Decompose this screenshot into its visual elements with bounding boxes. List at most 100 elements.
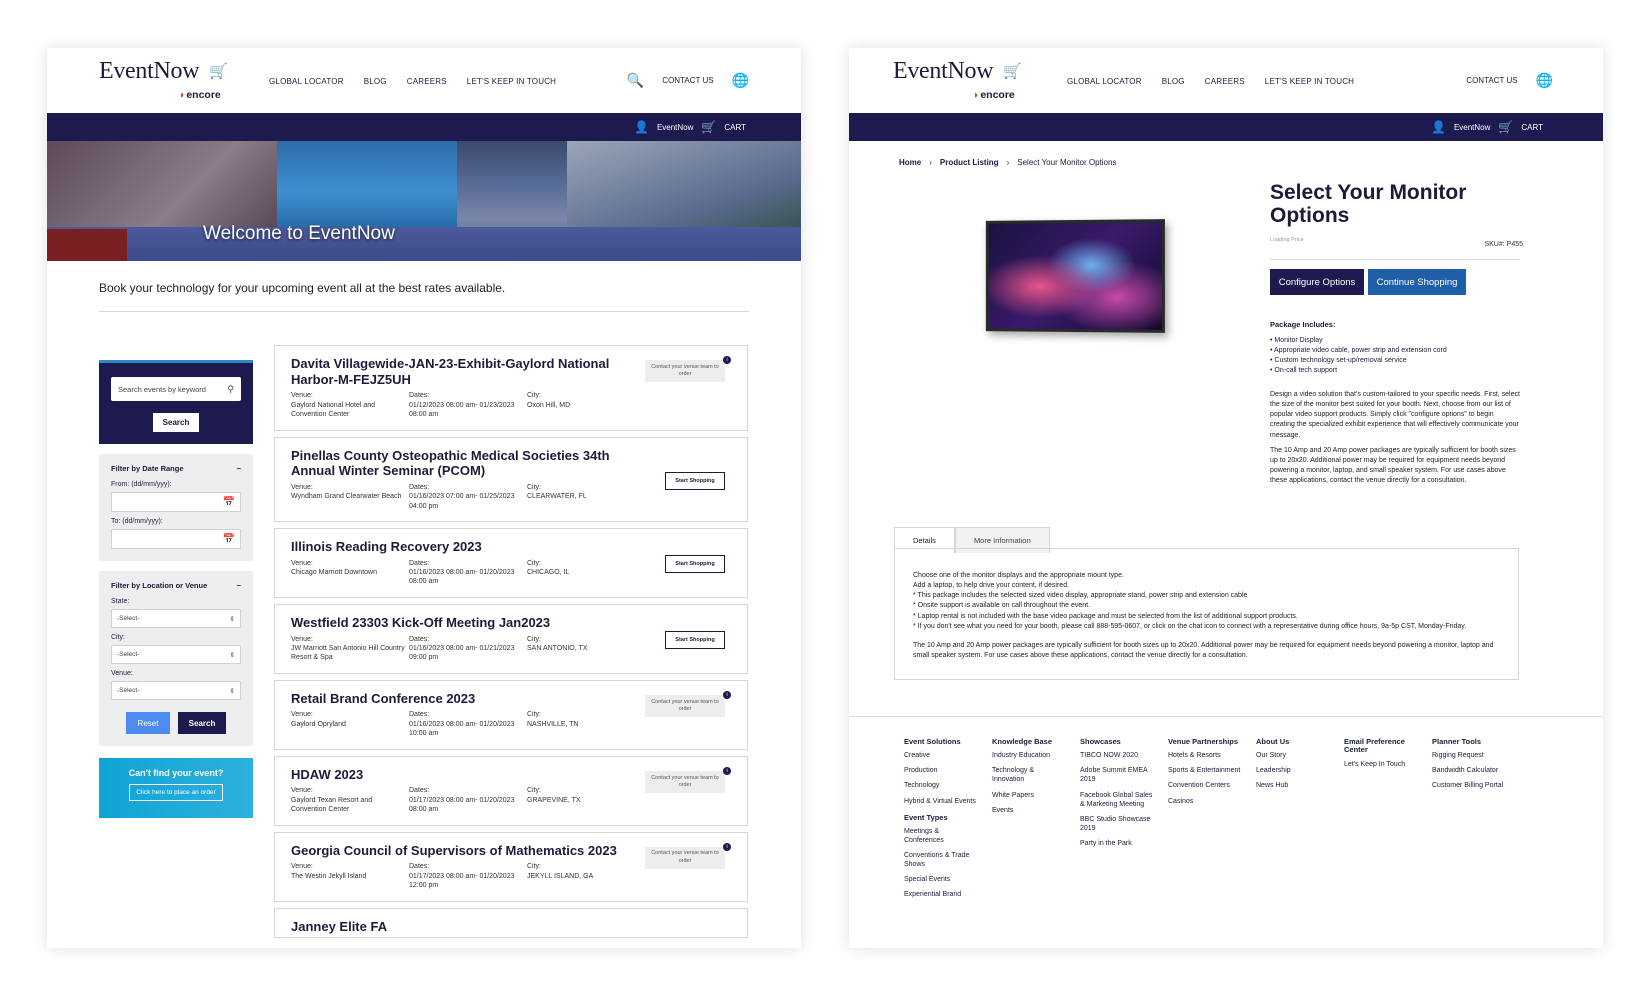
footer-link[interactable]: Rigging Request (1432, 751, 1506, 760)
event-title[interactable]: Davita Villagewide-JAN-23-Exhibit-Gaylor… (291, 356, 631, 387)
event-title[interactable]: Retail Brand Conference 2023 (291, 691, 631, 707)
event-title[interactable]: HDAW 2023 (291, 767, 631, 783)
event-card[interactable]: Westfield 23303 Kick-Off Meeting Jan2023… (274, 603, 748, 674)
footer-link[interactable]: Events (992, 806, 1066, 815)
calendar-icon[interactable]: 📅 (223, 534, 235, 545)
state-label: State: (111, 598, 130, 605)
footer-link[interactable]: Leadership (1256, 766, 1330, 775)
footer-link[interactable]: Adobe Summit EMEA 2019 (1080, 766, 1154, 784)
footer-link[interactable]: BBC Studio Showcase 2019 (1080, 815, 1154, 833)
date-filter-header[interactable]: Filter by Date Range − (111, 464, 241, 473)
contact-us-link[interactable]: CONTACT US (662, 76, 713, 85)
start-shopping-button[interactable]: Start Shopping (665, 630, 725, 649)
info-icon[interactable]: i (723, 842, 731, 851)
nav-global-locator[interactable]: GLOBAL LOCATOR (1067, 77, 1142, 86)
filter-search-button[interactable]: Search (178, 712, 226, 734)
search-icon[interactable]: 🔍 (627, 72, 644, 89)
nav-careers[interactable]: CAREERS (407, 77, 447, 86)
cart-icon[interactable]: 🛒 (701, 120, 716, 134)
account-link[interactable]: EventNow (657, 123, 693, 132)
footer-link[interactable]: Convention Centers (1168, 781, 1242, 790)
place-order-button[interactable]: Click here to place an order (129, 784, 223, 801)
footer-link[interactable]: Facebook Global Sales & Marketing Meetin… (1080, 791, 1154, 809)
event-card[interactable]: Janney Elite FA (274, 907, 748, 938)
nav-blog[interactable]: BLOG (364, 77, 387, 86)
contact-us-link[interactable]: CONTACT US (1466, 76, 1517, 85)
logo-sub-text: encore (186, 89, 221, 101)
footer-link[interactable]: Production (904, 766, 978, 775)
event-card[interactable]: Retail Brand Conference 2023 Venue: Gaylor… (274, 679, 748, 750)
footer-link[interactable]: Experiential Brand (904, 890, 978, 899)
eventnow-logo[interactable]: EventNow 🛒 ◗encore (893, 58, 1033, 106)
info-icon[interactable]: i (723, 690, 731, 699)
footer-link[interactable]: Let's Keep In Touch (1344, 760, 1418, 769)
globe-icon[interactable]: 🌐 (1536, 72, 1553, 89)
info-icon[interactable]: i (723, 356, 731, 364)
footer-link[interactable]: Technology & Innovation (992, 766, 1066, 784)
cart-link[interactable]: CART (1521, 123, 1543, 132)
event-city: SAN ANTONIO, TX (527, 644, 588, 652)
nav-careers[interactable]: CAREERS (1205, 77, 1245, 86)
state-select[interactable]: -Select- ⇕ (111, 609, 241, 628)
footer-link[interactable]: Casinos (1168, 797, 1242, 806)
event-card[interactable]: Pinellas County Osteopathic Medical Soci… (274, 436, 748, 522)
reset-button[interactable]: Reset (126, 712, 170, 734)
footer-link[interactable]: Technology (904, 781, 978, 790)
contact-venue-notice: Contact your venue team to order (645, 770, 725, 793)
breadcrumb-product-listing[interactable]: Product Listing (940, 158, 999, 167)
nav-keep-in-touch[interactable]: LET'S KEEP IN TOUCH (467, 77, 556, 86)
footer-link[interactable]: Hybrid & Virtual Events (904, 797, 978, 806)
event-title[interactable]: Illinois Reading Recovery 2023 (291, 539, 631, 555)
event-title[interactable]: Georgia Council of Supervisors of Mathem… (291, 843, 631, 859)
event-title[interactable]: Westfield 23303 Kick-Off Meeting Jan2023 (291, 615, 631, 631)
footer-link[interactable]: Industry Education (992, 751, 1066, 760)
continue-shopping-button[interactable]: Continue Shopping (1368, 269, 1466, 295)
account-link[interactable]: EventNow (1454, 123, 1490, 132)
footer-link[interactable]: Conventions & Trade Shows (904, 851, 978, 869)
from-label: From: (dd/mm/yyy): (111, 481, 172, 488)
location-filter-header[interactable]: Filter by Location or Venue − (111, 581, 241, 590)
event-card[interactable]: HDAW 2023 Venue: Gaylord Texan Resort and … (274, 755, 748, 826)
venue-select[interactable]: -Select- ⇕ (111, 681, 241, 700)
footer-link[interactable]: Party in the Park (1080, 839, 1154, 848)
user-icon[interactable]: 👤 (1431, 120, 1446, 134)
footer-link[interactable]: White Papers (992, 791, 1066, 800)
cart-link[interactable]: CART (724, 123, 746, 132)
globe-icon[interactable]: 🌐 (732, 72, 749, 89)
info-icon[interactable]: i (723, 766, 731, 775)
from-date-input[interactable]: 📅 (111, 492, 241, 512)
select-arrows-icon: ⇕ (229, 615, 235, 623)
keyword-search-input[interactable]: Search events by keyword ⚲ (111, 377, 241, 401)
footer-link[interactable]: Hotels & Resorts (1168, 751, 1242, 760)
breadcrumb-home[interactable]: Home (899, 158, 921, 167)
start-shopping-button[interactable]: Start Shopping (665, 555, 725, 573)
start-shopping-button[interactable]: Start Shopping (665, 471, 725, 490)
event-card[interactable]: Davita Villagewide-JAN-23-Exhibit-Gaylor… (274, 345, 748, 431)
footer-link[interactable]: Creative (904, 751, 978, 760)
to-date-input[interactable]: 📅 (111, 529, 241, 549)
nav-blog[interactable]: BLOG (1162, 77, 1185, 86)
footer-link[interactable]: News Hub (1256, 781, 1330, 790)
event-title[interactable]: Janney Elite FA (291, 919, 631, 935)
event-card[interactable]: Georgia Council of Supervisors of Mathem… (274, 831, 748, 902)
city-select[interactable]: -Select- ⇕ (111, 645, 241, 664)
footer-link[interactable]: Sports & Entertainment (1168, 766, 1242, 775)
cart-icon[interactable]: 🛒 (1498, 120, 1513, 134)
nav-global-locator[interactable]: GLOBAL LOCATOR (269, 77, 344, 86)
event-card[interactable]: Illinois Reading Recovery 2023 Venue: Chic… (274, 528, 748, 598)
footer-link[interactable]: Meetings & Conferences (904, 827, 978, 845)
footer-link[interactable]: Special Events (904, 875, 978, 884)
footer-link[interactable]: Bandwidth Calculator (1432, 766, 1506, 775)
event-title[interactable]: Pinellas County Osteopathic Medical Soci… (291, 448, 631, 479)
eventnow-logo[interactable]: EventNow 🛒 ◗encore (99, 58, 239, 106)
footer-link[interactable]: Customer Billing Portal (1432, 781, 1506, 790)
nav-keep-in-touch[interactable]: LET'S KEEP IN TOUCH (1265, 77, 1354, 86)
venue-heading: Venue: (291, 483, 313, 491)
footer-link[interactable]: Our Story (1256, 751, 1330, 760)
footer-link[interactable]: TIBCO NOW 2020 (1080, 751, 1154, 760)
calendar-icon[interactable]: 📅 (223, 497, 235, 508)
keyword-search-button[interactable]: Search (153, 413, 199, 432)
user-icon[interactable]: 👤 (634, 120, 649, 134)
event-action: Contact your venue team to order i (645, 766, 731, 793)
configure-options-button[interactable]: Configure Options (1270, 269, 1364, 295)
